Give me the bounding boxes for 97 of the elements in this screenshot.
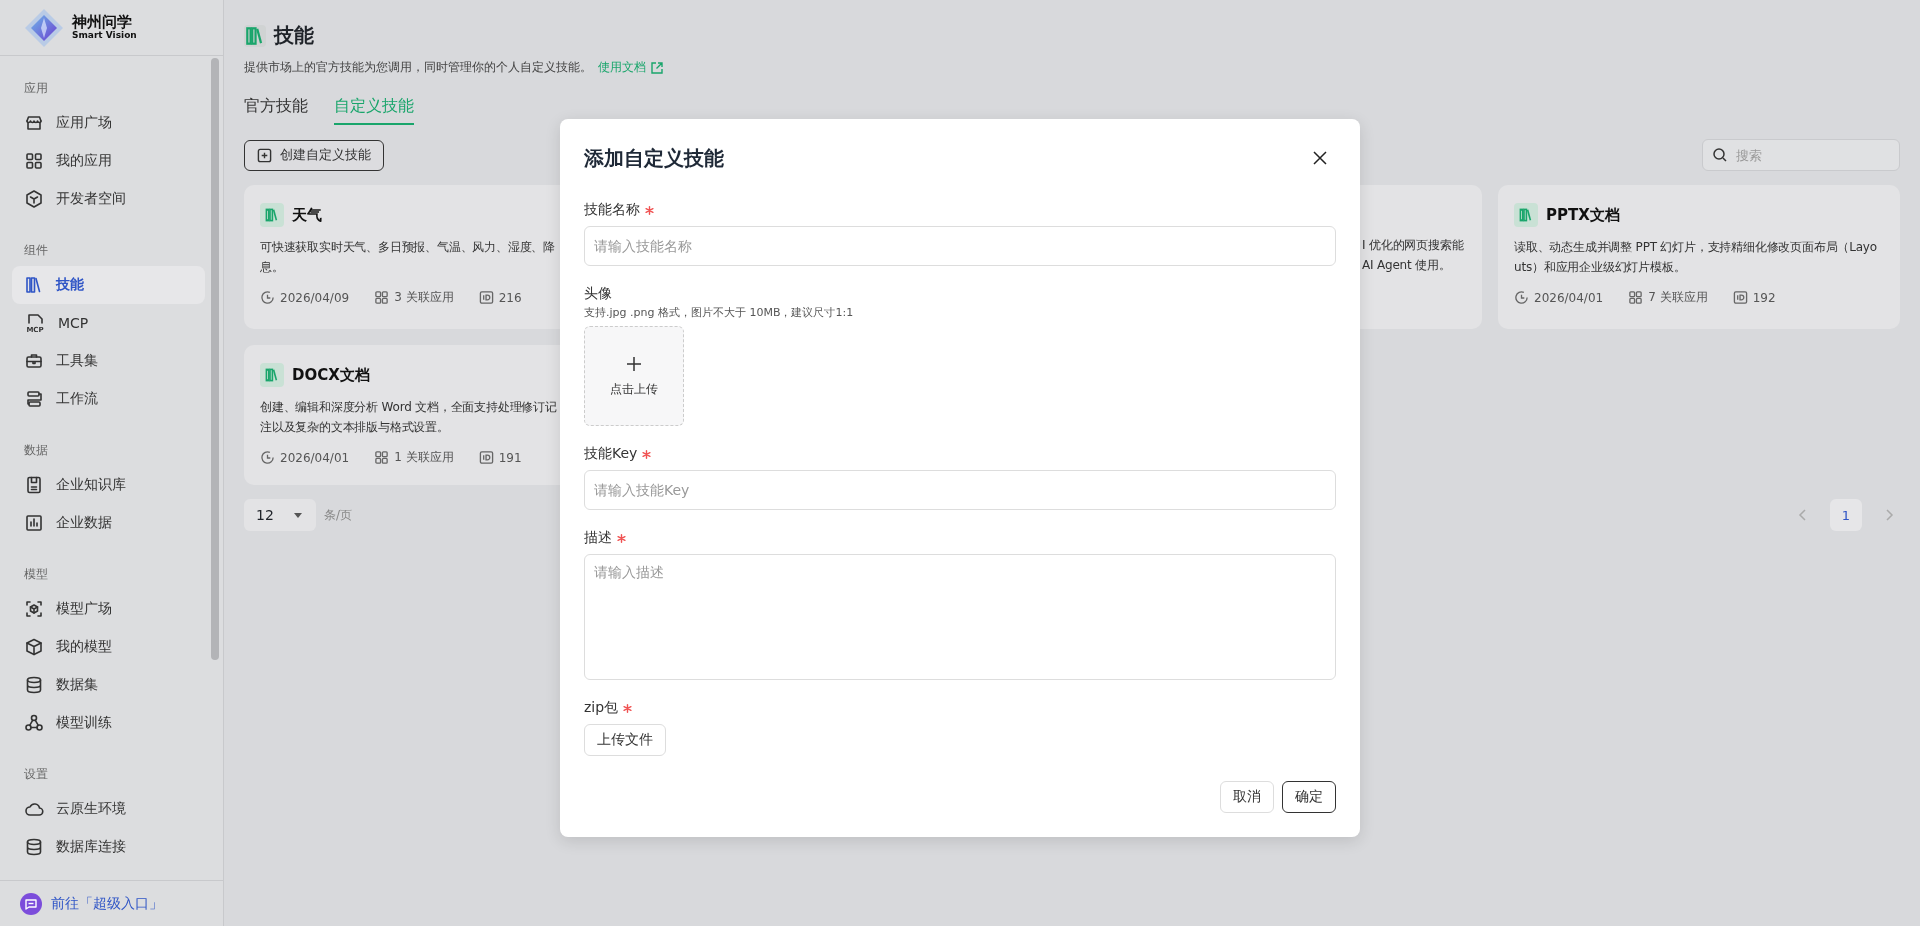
field-label: zip包 [584,699,619,717]
field-label: 技能名称 [584,201,640,219]
bar-chart-icon [24,513,44,533]
external-link-icon [650,60,664,75]
sidebar-item[interactable]: 数据库连接 [12,828,205,866]
store-icon [24,113,44,133]
books-icon [244,24,266,47]
required-mark-icon [642,449,652,459]
card-title: 天气 [292,205,322,225]
plus-square-icon [257,147,272,163]
sidebar-item[interactable]: 工具集 [12,342,205,380]
sidebar-item[interactable]: 工作流 [12,380,205,418]
image-upload-area[interactable]: 点击上传 [584,326,684,426]
field-label: 技能Key [584,445,638,463]
id-icon [478,290,494,305]
dialog-title: 添加自定义技能 [584,144,724,172]
grid-icon [374,290,390,305]
sidebar-item[interactable]: 我的模型 [12,628,205,666]
books-icon [260,363,284,387]
required-mark-icon [617,533,626,543]
card-title: PPTX文档 [1546,205,1620,225]
id-icon [1732,290,1748,305]
database-icon [24,837,44,857]
skill-id: 191 [498,450,522,465]
id-icon [478,450,494,465]
page-size-unit: 条/页 [324,506,353,524]
scan-cube-icon [24,599,44,619]
card-description: 读取、动态生成并调整 PPT 幻灯片，支持精细化修改页面布局（Layo uts）和应用企业级幻灯片模板。 [1514,239,1877,276]
page-number[interactable]: 1 [1830,499,1862,531]
page-subtitle: 提供市场上的官方技能为您调用，同时管理你的个人自定义技能。 [244,59,592,76]
sidebar-item[interactable]: 云原生环境 [12,790,205,828]
related-apps-count: 1 关联应用 [394,449,454,466]
plus-icon [625,354,643,373]
skill-id: 216 [498,290,522,305]
section-title: 模型 [23,566,49,583]
brand-name: 神州问学 [72,14,132,31]
grid-icon [1628,290,1644,305]
description-textarea[interactable]: 请输入描述 [584,554,1336,680]
section-title: 组件 [23,242,49,259]
tab[interactable]: 官方技能 [244,96,308,125]
books-icon [1514,203,1538,227]
sidebar-item[interactable]: 我的应用 [12,142,205,180]
page-size-select[interactable]: 12 [244,499,316,531]
upload-file-button[interactable]: 上传文件 [584,724,666,756]
cube-icon [24,637,44,657]
scrollbar[interactable] [211,58,219,660]
field-label: 描述 [584,529,612,547]
field-label: 头像 [584,285,612,303]
section-title: 设置 [23,766,49,783]
database-icon [24,675,44,695]
skill-card[interactable]: PPTX文档 读取、动态生成并调整 PPT 幻灯片，支持精细化修改页面布局（Layo uts）和应用企业级幻灯片模板。 2026/04/01 7 关联应用 192 [1498,185,1900,329]
card-date: 2026/04/01 [280,450,350,465]
chat-icon [20,892,42,915]
page-title: 技能 [274,22,314,49]
card-description: I 优化的网页搜索能 AI Agent 使用。 [1362,237,1464,274]
sidebar-item[interactable]: 技能 [12,266,205,304]
related-apps-count: 7 关联应用 [1648,289,1708,306]
skill-id: 192 [1752,290,1776,305]
super-entry-link[interactable]: 前往「超级入口」 [51,894,163,913]
text-input[interactable]: 请输入技能名称 [584,226,1336,266]
brand-tagline: Smart Vision [72,30,137,41]
card-title: DOCX文档 [292,365,370,385]
sidebar-item[interactable]: 模型训练 [12,704,205,742]
required-mark-icon [645,205,654,215]
sidebar-item[interactable]: 模型广场 [12,590,205,628]
required-mark-icon [623,703,633,713]
document-icon [24,475,44,495]
flow-icon [24,389,44,409]
clock-icon [260,290,275,305]
section-title: 数据 [23,442,49,459]
sidebar-item[interactable]: 数据集 [12,666,205,704]
text-input[interactable]: 请输入技能Key [584,470,1336,510]
cube-icon [24,189,44,209]
close-icon[interactable] [1312,150,1328,166]
search-icon [1712,147,1728,163]
books-icon [260,203,284,227]
card-description: 可快速获取实时天气、多日预报、气温、风力、湿度、降 息。 [260,239,555,276]
card-date: 2026/04/01 [1534,290,1604,305]
card-description: 创建、编辑和深度分析 Word 文档，全面支持处理修订记 注以及复杂的文本排版与格式设置。 [260,399,557,436]
toolbox-icon [24,351,44,371]
cancel-button[interactable]: 取消 [1220,781,1274,813]
search-field[interactable]: 搜索 [1702,139,1900,171]
sidebar-item[interactable]: 应用广场 [12,104,205,142]
section-title: 应用 [23,80,49,97]
clock-icon [1514,290,1529,305]
nodes-icon [24,713,44,733]
sidebar-item[interactable]: 企业数据 [12,504,205,542]
sidebar-item[interactable]: 开发者空间 [12,180,205,218]
grid-icon [24,151,44,171]
card-date: 2026/04/09 [280,290,350,305]
clock-icon [260,450,275,465]
confirm-button[interactable]: 确定 [1282,781,1336,813]
create-skill-button[interactable]: 创建自定义技能 [244,139,384,171]
grid-icon [374,450,390,465]
related-apps-count: 3 关联应用 [394,289,454,306]
logo-icon [24,7,64,48]
sidebar-item[interactable]: 企业知识库 [12,466,205,504]
